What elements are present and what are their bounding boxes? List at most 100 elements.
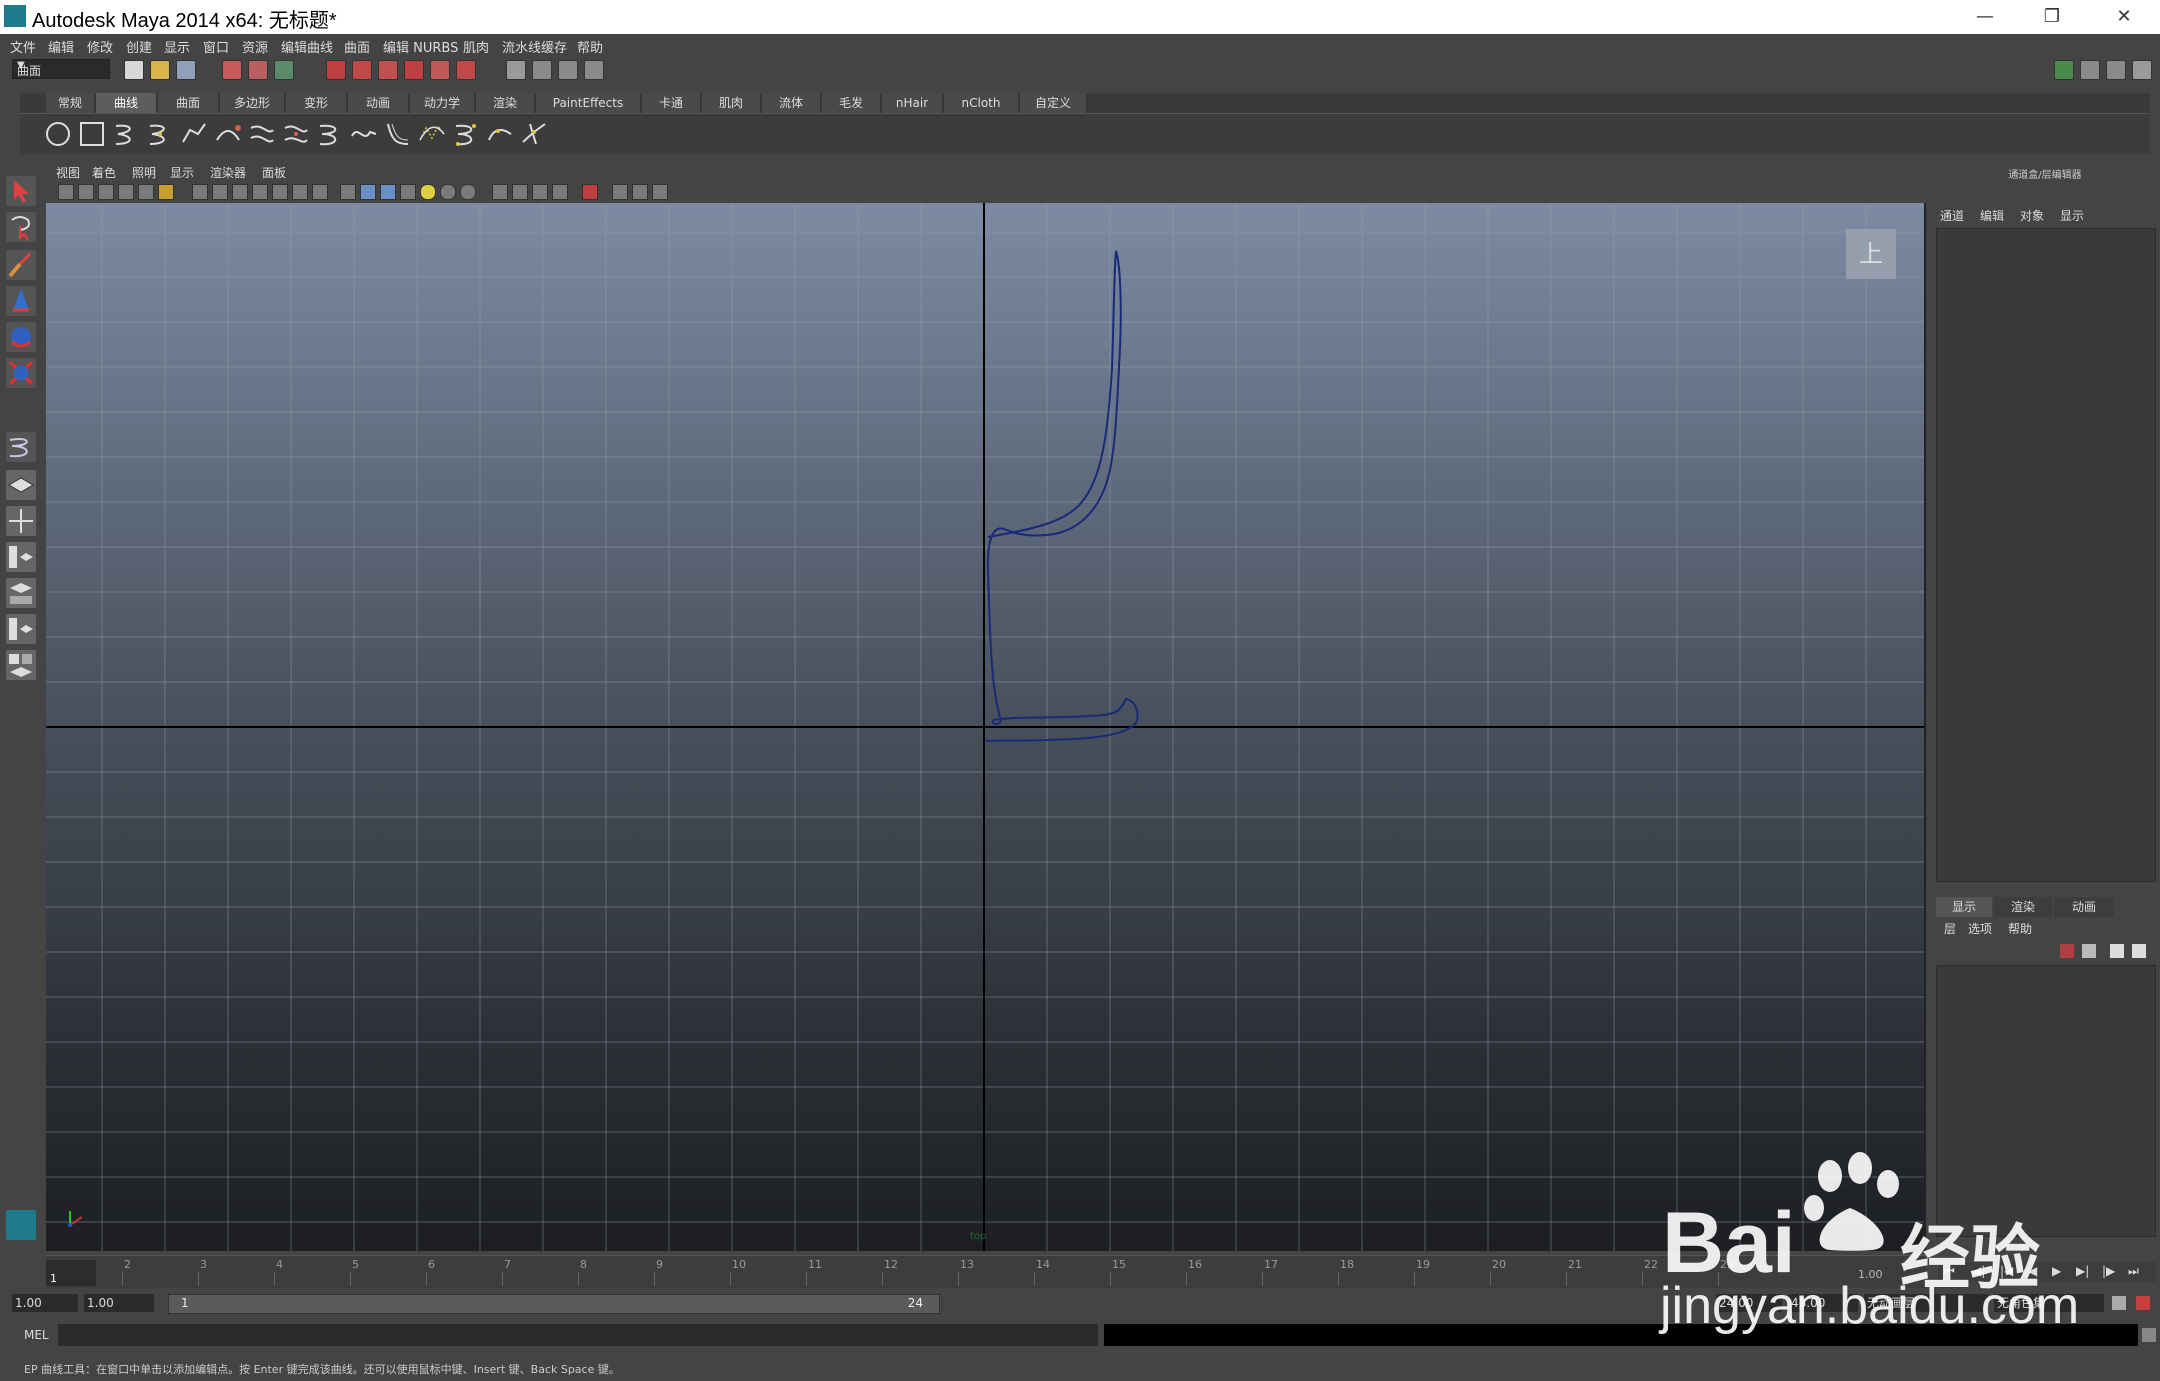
persp-hypershade-layout-icon[interactable] [6, 614, 36, 644]
render-current-icon[interactable] [532, 60, 552, 80]
hud-icon[interactable] [612, 184, 628, 200]
scale-tool-icon[interactable] [6, 358, 36, 388]
menu-muscle[interactable]: 肌肉 [463, 37, 489, 56]
shadows-icon[interactable] [440, 184, 456, 200]
shelf-tab-fluids[interactable]: 流体 [762, 93, 821, 113]
bookmarks-icon[interactable] [98, 184, 114, 200]
smooth-shade-icon[interactable] [360, 184, 376, 200]
high-quality-lighting-icon[interactable] [460, 184, 476, 200]
two-d-pan-zoom-icon[interactable] [138, 184, 154, 200]
menu-edit-curves[interactable]: 编辑曲线 [281, 37, 333, 56]
menu-window[interactable]: 窗口 [203, 37, 229, 56]
select-hierarchy-icon[interactable] [222, 60, 242, 80]
curve-editing-tool-icon[interactable] [486, 120, 514, 148]
menu-assets[interactable]: 资源 [242, 37, 268, 56]
cv-curve-tool-icon[interactable] [112, 120, 140, 148]
menu-edit[interactable]: 编辑 [48, 37, 74, 56]
shelf-tab-nhair[interactable]: nHair [882, 93, 943, 113]
panel-menu-show[interactable]: 显示 [170, 164, 194, 181]
menu-edit-nurbs[interactable]: 编辑 NURBS [383, 37, 458, 56]
xray-joints-icon[interactable] [512, 184, 528, 200]
shelf-tab-dynamics[interactable]: 动力学 [410, 93, 475, 113]
save-scene-icon[interactable] [176, 60, 196, 80]
select-camera-icon[interactable] [58, 184, 74, 200]
close-button[interactable]: ✕ [2094, 0, 2154, 34]
film-gate-icon[interactable] [212, 184, 228, 200]
lasso-tool-icon[interactable] [6, 212, 36, 242]
share-icon[interactable] [652, 184, 668, 200]
detach-curves-icon[interactable] [282, 120, 310, 148]
view-cube-top-label[interactable]: 上 [1846, 229, 1896, 279]
layer-tab-display[interactable]: 显示 [1936, 897, 1992, 917]
panel-menu-shading[interactable]: 着色 [92, 164, 116, 181]
command-language-label[interactable]: MEL [24, 1328, 49, 1342]
wireframe-on-shaded-icon[interactable] [380, 184, 396, 200]
wireframe-icon[interactable] [340, 184, 356, 200]
safe-action-icon[interactable] [292, 184, 308, 200]
snap-live-icon[interactable] [430, 60, 450, 80]
last-tool-used-icon[interactable] [6, 432, 36, 462]
use-all-lights-icon[interactable] [420, 184, 436, 200]
offset-curve-icon[interactable] [384, 120, 412, 148]
layer-menu-options[interactable]: 选项 [1968, 920, 1992, 937]
panel-menu-panels[interactable]: 面板 [262, 164, 286, 181]
snap-curve-icon[interactable] [352, 60, 372, 80]
shelf-tab-toon[interactable]: 卡通 [642, 93, 701, 113]
rotate-tool-icon[interactable] [6, 322, 36, 352]
menu-pipeline-cache[interactable]: 流水线缓存 [502, 37, 567, 56]
start-time-field[interactable]: 1.00 [12, 1294, 78, 1312]
move-layer-down-icon[interactable] [2132, 944, 2146, 958]
four-view-layout-icon[interactable] [6, 506, 36, 536]
cb-menu-channels[interactable]: 通道 [1940, 207, 1964, 224]
maya-home-icon[interactable] [6, 1210, 36, 1240]
select-tool-icon[interactable] [6, 176, 36, 206]
isolate-select-icon[interactable] [582, 184, 598, 200]
nurbs-square-icon[interactable] [78, 120, 106, 148]
tool-settings-icon[interactable] [2106, 60, 2126, 80]
shelf-tab-curves[interactable]: 曲线 [96, 93, 157, 113]
rebuild-curve-icon[interactable] [418, 120, 446, 148]
layer-tab-render[interactable]: 渲染 [1994, 897, 2052, 917]
new-layer-selected-icon[interactable] [2082, 944, 2096, 958]
panel-menu-renderer[interactable]: 渲染器 [210, 164, 246, 181]
layer-tab-anim[interactable]: 动画 [2054, 897, 2114, 917]
command-input[interactable] [58, 1324, 1098, 1346]
shelf-tab-animation[interactable]: 动画 [348, 93, 409, 113]
hypershade-render-layout-icon[interactable] [6, 650, 36, 680]
pencil-curve-tool-icon[interactable] [180, 120, 208, 148]
restore-button[interactable]: ❐ [2022, 0, 2082, 34]
snap-surface-icon[interactable] [456, 60, 476, 80]
snap-view-icon[interactable] [404, 60, 424, 80]
shelf-tab-surfaces[interactable]: 曲面 [158, 93, 219, 113]
persp-graph-layout-icon[interactable] [6, 578, 36, 608]
shelf-tab-fur[interactable]: 毛发 [822, 93, 881, 113]
xray-icon[interactable] [492, 184, 508, 200]
range-slider[interactable]: 1 24 [168, 1294, 940, 1314]
minimize-button[interactable]: — [1955, 0, 2015, 34]
menu-display[interactable]: 显示 [164, 37, 190, 56]
project-tangent-icon[interactable] [520, 120, 548, 148]
ep-curve-tool-icon[interactable] [146, 120, 174, 148]
textured-icon[interactable] [400, 184, 416, 200]
field-chart-icon[interactable] [272, 184, 288, 200]
new-layer-icon[interactable] [2060, 944, 2074, 958]
shelf-tab-rendering[interactable]: 渲染 [476, 93, 535, 113]
menu-surfaces[interactable]: 曲面 [344, 37, 370, 56]
top-viewport[interactable]: 上 top [46, 203, 1926, 1251]
backface-culling-icon[interactable] [532, 184, 548, 200]
menu-file[interactable]: 文件 [10, 37, 36, 56]
open-scene-icon[interactable] [150, 60, 170, 80]
grease-pencil-icon[interactable] [158, 184, 174, 200]
add-points-tool-icon[interactable] [452, 120, 480, 148]
snap-point-icon[interactable] [378, 60, 398, 80]
snap-grid-icon[interactable] [326, 60, 346, 80]
camera-attributes-icon[interactable] [78, 184, 94, 200]
new-scene-icon[interactable] [124, 60, 144, 80]
attach-curves-icon[interactable] [248, 120, 276, 148]
arc-tool-icon[interactable] [214, 120, 242, 148]
render-settings-icon[interactable] [584, 60, 604, 80]
persp-outliner-layout-icon[interactable] [6, 542, 36, 572]
single-perspective-layout-icon[interactable] [6, 470, 36, 500]
nurbs-circle-icon[interactable] [44, 120, 72, 148]
insert-knot-icon[interactable] [316, 120, 344, 148]
